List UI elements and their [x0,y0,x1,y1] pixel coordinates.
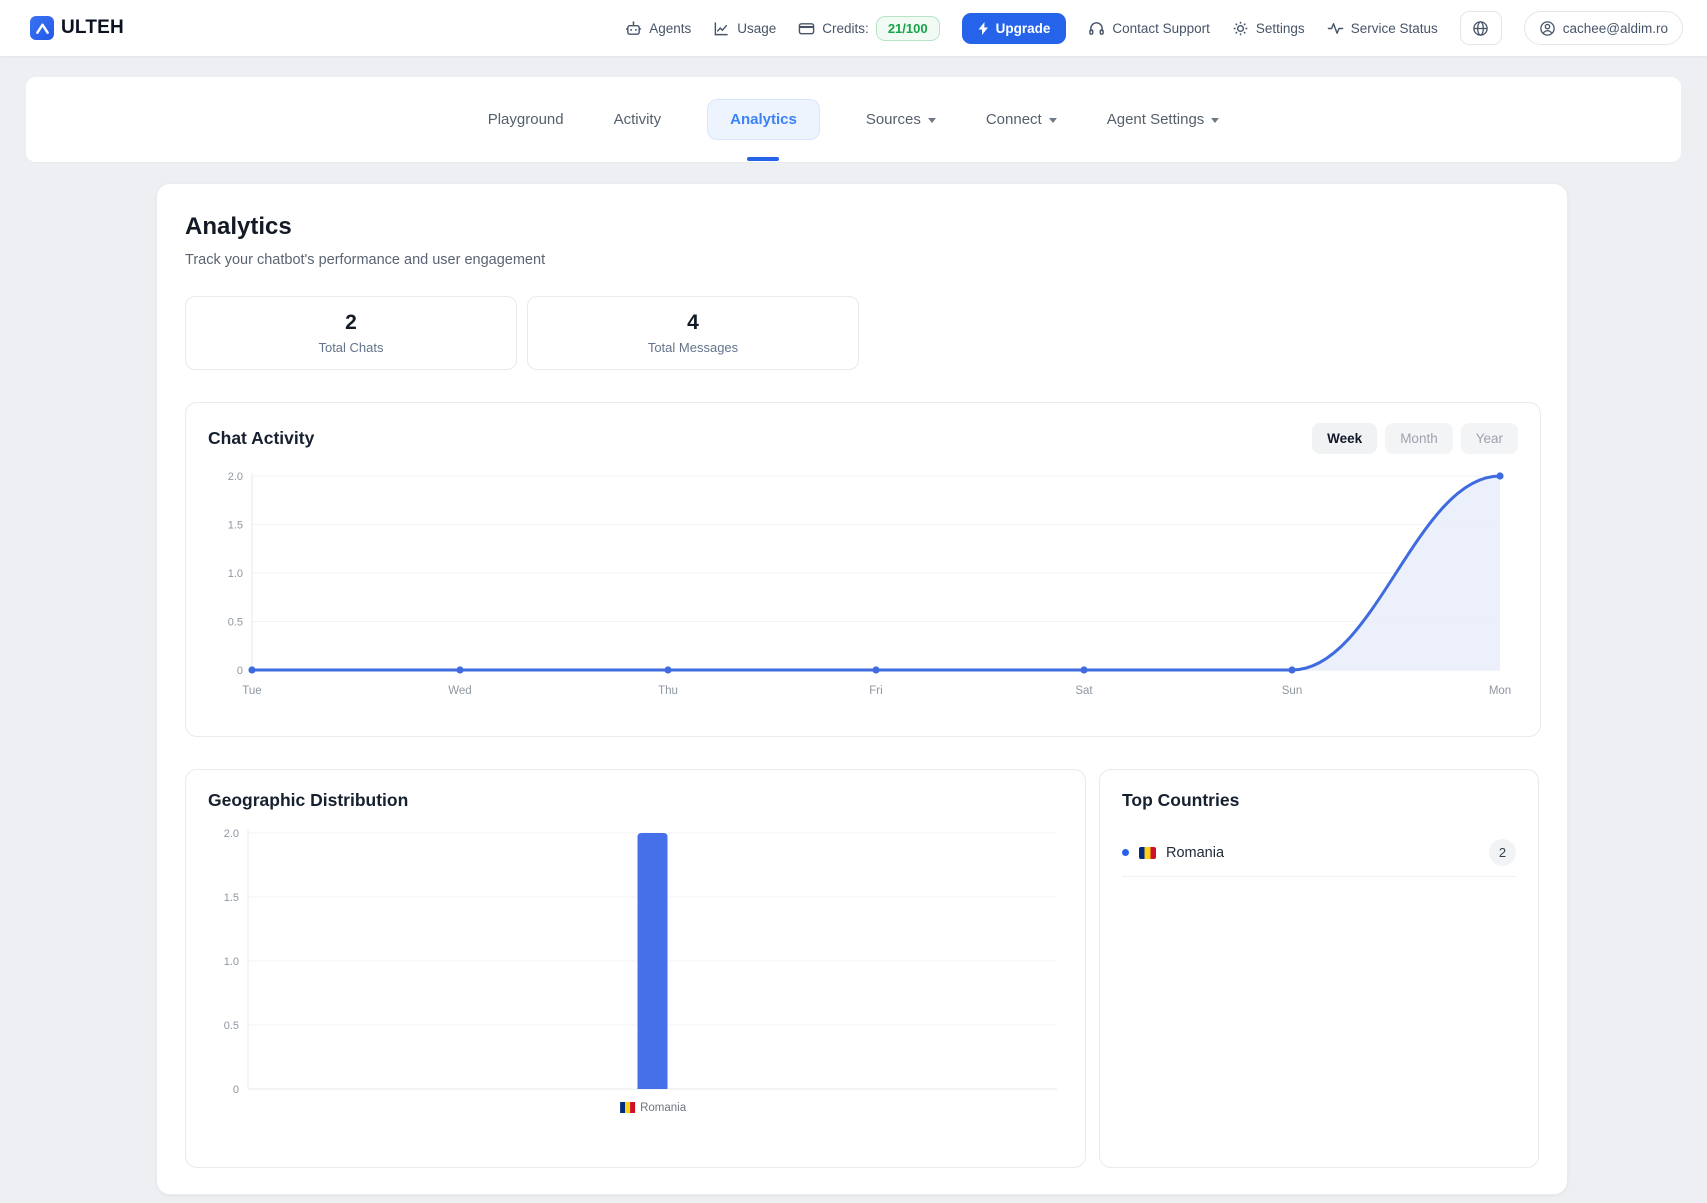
nav-contact-support[interactable]: Contact Support [1088,20,1210,37]
total-messages-value: 4 [687,311,699,335]
contact-support-label: Contact Support [1112,21,1210,36]
svg-text:1.0: 1.0 [228,568,243,580]
top-header: ULTEH Agents Usage Credits: 21/100 [0,0,1707,56]
gear-icon [1232,20,1249,37]
country-name: Romania [1166,845,1224,861]
nav-service-status[interactable]: Service Status [1327,20,1438,37]
svg-text:2.0: 2.0 [228,471,243,483]
nav-usage-label: Usage [737,21,776,36]
range-week-button[interactable]: Week [1312,423,1377,454]
tab-sources[interactable]: Sources [862,101,940,138]
svg-text:0: 0 [233,1084,239,1096]
user-email: cachee@aldim.ro [1563,21,1668,36]
service-status-label: Service Status [1351,21,1438,36]
nav-usage[interactable]: Usage [713,20,776,37]
svg-text:Tue: Tue [242,685,261,697]
globe-icon [1472,20,1489,37]
country-count-badge: 2 [1489,839,1516,866]
svg-text:Fri: Fri [869,685,882,697]
bullet-dot-icon [1122,849,1129,856]
tab-activity[interactable]: Activity [610,101,666,138]
bottom-charts-row: Geographic Distribution 0 0.5 1.0 1.5 2.0 Rom… [185,769,1539,1168]
range-month-button[interactable]: Month [1385,423,1453,454]
geographic-distribution-title: Geographic Distribution [208,790,1063,811]
brand-logo[interactable]: ULTEH [30,16,124,40]
total-messages-label: Total Messages [648,340,738,355]
tab-agent-settings-label: Agent Settings [1107,111,1205,128]
brand-name: ULTEH [61,17,124,39]
chevron-down-icon [1211,118,1219,123]
svg-text:Thu: Thu [658,685,678,697]
stat-card-total-messages: 4 Total Messages [527,296,859,370]
analytics-page-card: Analytics Track your chatbot's performan… [156,183,1568,1195]
credit-card-icon [798,20,815,37]
page-title: Analytics [185,212,1539,242]
settings-label: Settings [1256,21,1305,36]
credits-value-badge: 21/100 [876,16,940,41]
user-avatar-icon [1539,20,1556,37]
chevron-down-icon [928,118,936,123]
svg-text:0.5: 0.5 [228,617,243,629]
tab-agent-settings[interactable]: Agent Settings [1103,101,1224,138]
range-selector: Week Month Year [1312,423,1518,454]
chat-activity-header: Chat Activity Week Month Year [208,423,1518,454]
tab-activity-label: Activity [614,111,662,128]
geo-bar-chart: 0 0.5 1.0 1.5 2.0 Romania [208,823,1065,1121]
nav-settings[interactable]: Settings [1232,20,1305,37]
chat-activity-line-chart: 0 0.5 1.0 1.5 2.0 Tue Wed Thu Fri Sat Sun Mon [208,466,1520,706]
svg-text:2.0: 2.0 [224,828,239,840]
usage-chart-icon [713,20,730,37]
user-account-menu[interactable]: cachee@aldim.ro [1524,11,1683,45]
country-row-romania: Romania 2 [1122,829,1516,877]
chat-activity-panel: Chat Activity Week Month Year 0 0.5 1.0 1.5… [185,402,1541,737]
active-tab-underline [747,157,779,161]
agent-tab-bar: Playground Activity Analytics Sources Co… [26,77,1681,163]
svg-text:Sun: Sun [1282,685,1302,697]
total-chats-label: Total Chats [318,340,383,355]
tab-analytics[interactable]: Analytics [707,99,820,140]
stat-card-total-chats: 2 Total Chats [185,296,517,370]
geo-chart-wrap: 0 0.5 1.0 1.5 2.0 Romania [208,823,1063,1121]
geographic-distribution-panel: Geographic Distribution 0 0.5 1.0 1.5 2.0 Rom… [185,769,1086,1168]
nav-agents[interactable]: Agents [625,20,691,37]
chat-activity-chart-wrap: 0 0.5 1.0 1.5 2.0 Tue Wed Thu Fri Sat Sun Mon [208,466,1518,706]
romania-flag-icon [1139,847,1156,859]
tab-playground-label: Playground [488,111,564,128]
tab-connect[interactable]: Connect [982,101,1061,138]
tab-playground[interactable]: Playground [484,101,568,138]
svg-text:1.5: 1.5 [224,892,239,904]
svg-text:0.5: 0.5 [224,1020,239,1032]
tab-analytics-label: Analytics [730,111,797,128]
page-subtitle: Track your chatbot's performance and use… [185,250,1539,270]
stats-row: 2 Total Chats 4 Total Messages [185,296,1539,370]
robot-icon [625,20,642,37]
top-countries-title: Top Countries [1122,790,1516,811]
svg-text:0: 0 [237,665,243,677]
svg-text:Wed: Wed [448,685,471,697]
nav-credits: Credits: 21/100 [798,16,939,41]
total-chats-value: 2 [345,311,357,335]
pulse-icon [1327,20,1344,37]
svg-text:Sat: Sat [1075,685,1093,697]
upgrade-label: Upgrade [996,21,1051,36]
chevron-down-icon [1049,118,1057,123]
bolt-icon [978,22,989,35]
language-globe-button[interactable] [1460,11,1502,45]
svg-text:1.5: 1.5 [228,520,243,532]
nav-agents-label: Agents [649,21,691,36]
brand-logo-icon [30,16,54,40]
svg-text:1.0: 1.0 [224,956,239,968]
tab-sources-label: Sources [866,111,921,128]
svg-text:Mon: Mon [1489,685,1511,697]
headset-icon [1088,20,1105,37]
tab-connect-label: Connect [986,111,1042,128]
header-nav: Agents Usage Credits: 21/100 Upgrade [625,11,1683,45]
chat-activity-title: Chat Activity [208,428,314,449]
top-countries-panel: Top Countries Romania 2 [1099,769,1539,1168]
credits-label: Credits: [822,21,869,36]
svg-text:Romania: Romania [640,1102,687,1114]
upgrade-button[interactable]: Upgrade [962,13,1067,44]
range-year-button[interactable]: Year [1461,423,1518,454]
